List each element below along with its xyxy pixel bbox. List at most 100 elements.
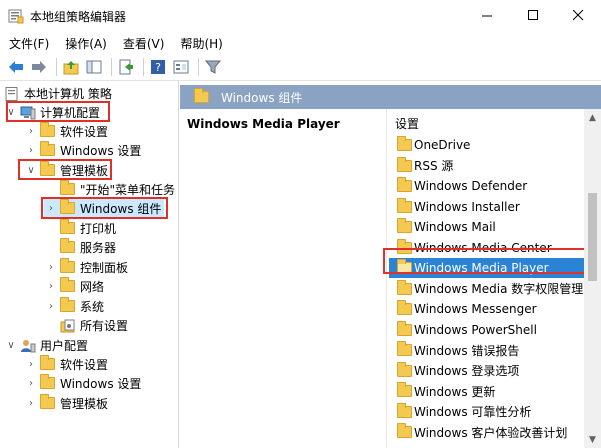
export-button[interactable] [116,57,136,77]
list-item[interactable]: Windows Messenger [389,299,584,319]
close-button[interactable] [555,0,601,30]
tree-item-user-config[interactable]: ∨ 用户配置 [4,336,88,355]
list-item[interactable]: Windows 客户体验改善计划 [389,422,584,442]
tree-label: 本地计算机 策略 [24,87,112,101]
tree-label: 软件设置 [60,125,109,139]
tree-item-all-settings[interactable]: 所有设置 [44,316,128,335]
folder-icon [397,218,412,233]
chevron-right-icon[interactable]: › [44,280,58,294]
list-item[interactable]: Windows Media 数字权限管理 [389,279,584,299]
menu-action[interactable]: 操作(A) [58,33,114,53]
menu-view[interactable]: 查看(V) [116,33,172,53]
column-header-settings[interactable]: 设置 [395,115,419,132]
scroll-down-arrow-icon[interactable]: ▼ [584,431,601,448]
folder-icon [397,177,412,192]
up-folder-button[interactable] [61,57,81,77]
tree-label: Windows 设置 [60,144,142,158]
maximize-icon [527,9,538,20]
properties-button[interactable] [171,57,191,77]
list-item[interactable]: Windows Defender [389,176,584,196]
chevron-right-icon[interactable]: › [44,300,58,314]
scrollbar-thumb[interactable] [588,193,597,281]
pane-splitter[interactable] [178,81,179,448]
filter-button[interactable] [203,57,223,77]
toolbar-separator [198,58,199,76]
show-hide-tree-icon [86,60,102,74]
minimize-button[interactable] [464,0,510,30]
folder-icon [60,179,75,195]
list-item[interactable]: Windows 更新 [389,381,584,401]
folder-icon [397,136,412,151]
folder-icon [40,373,55,389]
back-button[interactable] [6,57,26,77]
tree-item-server[interactable]: 服务器 [44,237,117,257]
folder-icon [40,140,55,156]
chevron-right-icon[interactable]: › [24,397,38,411]
all-settings-icon [60,319,75,332]
folder-icon [397,156,412,172]
list-item[interactable]: Windows Mail [389,217,584,237]
tree-label: Windows 设置 [60,377,142,391]
folder-icon [397,279,412,295]
svg-text:?: ? [155,61,161,74]
tree-item-user-software-settings[interactable]: › 软件设置 [24,354,108,374]
folder-icon [60,257,75,273]
list-item[interactable]: Windows 登录选项 [389,361,584,381]
menu-file[interactable]: 文件(F) [2,33,56,53]
forward-icon [32,61,46,73]
tree-item-network[interactable]: › 网络 [44,276,105,296]
tree-item-control-panel[interactable]: › 控制面板 [44,257,128,277]
highlight-box [383,248,586,274]
maximize-button[interactable] [510,0,556,30]
tree-label: 管理模板 [60,397,109,411]
chevron-right-icon[interactable]: › [24,144,38,158]
tree-label: 服务器 [80,241,117,255]
list-item[interactable]: OneDrive [389,135,584,155]
chevron-right-icon[interactable]: › [24,358,38,372]
folder-icon [397,197,412,213]
menu-help[interactable]: 帮助(H) [173,33,229,53]
vertical-scrollbar[interactable]: ▲ ▼ [584,109,601,448]
tree-item-software-settings[interactable]: › 软件设置 [24,121,109,141]
toolbar: ? [0,55,601,79]
list-item-label: Windows PowerShell [414,322,537,337]
list-item-label: Windows Mail [414,220,496,234]
folder-icon [397,320,412,336]
tree-label: 网络 [80,280,105,294]
tree-label: 所有设置 [80,319,129,333]
folder-icon [60,237,75,253]
show-hide-tree-button[interactable] [84,57,104,77]
chevron-right-icon[interactable]: › [24,125,38,139]
policy-document-icon [5,86,18,101]
folder-icon [194,88,209,103]
list-item[interactable]: Windows 错误报告 [389,340,584,360]
list-item-label: Windows 错误报告 [414,343,520,358]
menu-bar: 文件(F) 操作(A) 查看(V) 帮助(H) [0,33,601,53]
chevron-right-icon[interactable]: › [44,261,58,275]
folder-icon [397,361,412,377]
list-item[interactable]: Windows Installer [389,197,584,217]
group-policy-app-icon [8,9,24,24]
help-button[interactable]: ? [148,57,168,77]
list-item[interactable]: RSS 源 [389,156,584,176]
folder-icon [60,218,75,234]
chevron-down-icon[interactable]: ∨ [4,339,18,353]
chevron-right-icon[interactable]: › [24,377,38,391]
close-icon [572,9,583,20]
list-item-label: Windows 可靠性分析 [414,405,532,419]
folder-icon [397,341,412,356]
list-item[interactable]: Windows 可靠性分析 [389,402,584,422]
scroll-up-arrow-icon[interactable]: ▲ [584,109,601,126]
tree-item-windows-settings[interactable]: › Windows 设置 [24,140,142,160]
forward-button[interactable] [29,57,49,77]
tree-item-user-windows-settings[interactable]: › Windows 设置 [24,373,142,393]
tree-item-user-admin-templates[interactable]: › 管理模板 [24,393,109,413]
list-item-label: OneDrive [414,138,471,152]
list-item[interactable]: Windows PowerShell [389,320,584,340]
tree-item-printers[interactable]: 打印机 [44,218,116,238]
window-title: 本地组策略编辑器 [30,10,127,24]
tree-item-system[interactable]: › 系统 [44,296,104,316]
details-header-title: Windows 组件 [221,90,303,105]
highlight-box [18,159,112,180]
tree-pane: 本地计算机 策略 ∨ 计算机配置 › 软件设置 › Windows 设置 ∨ 管… [0,81,178,448]
